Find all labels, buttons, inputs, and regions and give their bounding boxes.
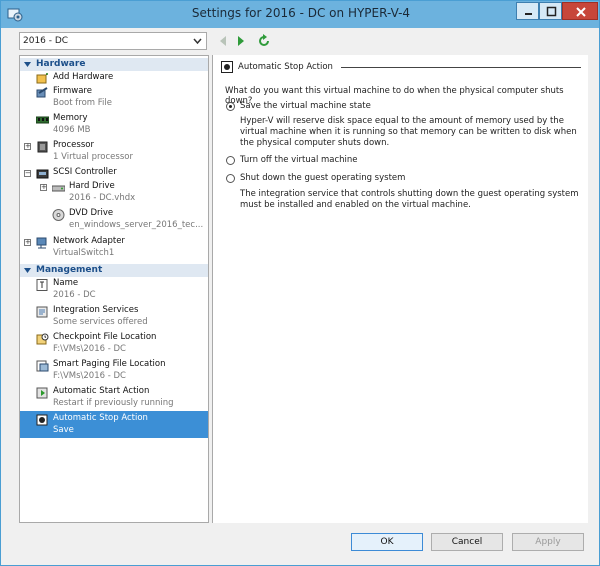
tree-item-smart-paging-file-location[interactable]: Smart Paging File Location F:\VMs\2016 -… <box>36 359 206 385</box>
name-icon <box>36 279 48 291</box>
title-bar[interactable]: Settings for 2016 - DC on HYPER-V-4 <box>1 1 599 28</box>
tree-item-label: Checkpoint File Location <box>53 332 157 342</box>
network-adapter-icon <box>36 237 47 249</box>
pane-header: Automatic Stop Action <box>221 61 581 75</box>
ok-button[interactable]: OK <box>351 533 423 551</box>
tree-item-label: Smart Paging File Location <box>53 359 166 369</box>
turn-off-radio[interactable] <box>226 156 235 165</box>
smart-paging-icon <box>36 360 49 372</box>
refresh-icon[interactable] <box>256 33 272 49</box>
tree-item-sublabel: 1 Virtual processor <box>53 152 133 162</box>
tree-item-label: Firmware <box>53 86 92 96</box>
tree-item-sublabel: F:\VMs\2016 - DC <box>53 371 126 381</box>
scsi-controller-icon <box>36 169 49 179</box>
tree-item-label: SCSI Controller <box>53 167 117 177</box>
hardware-header-label: Hardware <box>36 59 86 69</box>
tree-item-label: Integration Services <box>53 305 139 315</box>
expand-hard-drive-toggle[interactable]: + <box>40 184 47 191</box>
tree-item-label: Automatic Start Action <box>53 386 150 396</box>
expand-processor-toggle[interactable]: + <box>24 143 31 150</box>
apply-button[interactable]: Apply <box>512 533 584 551</box>
tree-item-sublabel: 2016 - DC <box>53 290 96 300</box>
tree-item-name[interactable]: Name 2016 - DC <box>36 278 206 304</box>
tree-item-automatic-stop-action[interactable]: Automatic Stop Action Save <box>20 411 208 438</box>
tree-item-label: DVD Drive <box>69 208 114 218</box>
settings-window: Settings for 2016 - DC on HYPER-V-4 2016… <box>0 0 600 566</box>
tree-item-label: Add Hardware <box>53 72 114 82</box>
turn-off-label[interactable]: Turn off the virtual machine <box>240 155 358 165</box>
tree-item-label: Hard Drive <box>69 181 115 191</box>
tree-item-sublabel: en_windows_server_2016_tec... <box>69 220 204 230</box>
hyper-v-settings-icon <box>7 8 23 22</box>
tree-item-label: Network Adapter <box>53 236 125 246</box>
chevron-down-icon <box>193 38 202 45</box>
tree-item-sublabel: 2016 - DC.vhdx <box>69 193 136 203</box>
settings-detail-pane: Automatic Stop Action What do you want t… <box>212 55 588 523</box>
maximize-button[interactable] <box>539 2 562 20</box>
management-header-label: Management <box>36 265 103 275</box>
vm-selector-value: 2016 - DC <box>23 36 69 46</box>
tree-item-sublabel: 4096 MB <box>53 125 91 135</box>
stop-action-icon <box>221 61 233 73</box>
settings-tree: Hardware Add Hardware Firmware Boot from… <box>19 55 209 523</box>
header-divider <box>341 67 581 68</box>
tree-item-automatic-start-action[interactable]: Automatic Start Action Restart if previo… <box>36 386 206 412</box>
checkpoint-icon <box>36 333 49 345</box>
hard-drive-icon <box>52 185 65 192</box>
save-state-description: Hyper-V will reserve disk space equal to… <box>240 116 577 148</box>
save-state-radio[interactable] <box>226 102 235 111</box>
tree-item-checkpoint-file-location[interactable]: Checkpoint File Location F:\VMs\2016 - D… <box>36 332 206 358</box>
add-hardware-icon <box>36 73 48 84</box>
stop-action-icon <box>36 414 48 426</box>
collapse-triangle-icon <box>24 62 31 67</box>
memory-icon <box>36 116 49 124</box>
window-title: Settings for 2016 - DC on HYPER-V-4 <box>191 6 411 20</box>
tree-item-label: Processor <box>53 140 94 150</box>
tree-item-memory[interactable]: Memory 4096 MB <box>36 113 206 139</box>
hardware-section-header[interactable]: Hardware <box>20 58 208 71</box>
back-arrow-icon[interactable] <box>215 33 231 49</box>
shut-down-label[interactable]: Shut down the guest operating system <box>240 173 405 183</box>
tree-item-network-adapter[interactable]: Network Adapter VirtualSwitch1 <box>36 236 206 262</box>
tree-item-label: Automatic Stop Action <box>53 413 148 423</box>
forward-arrow-icon[interactable] <box>233 33 249 49</box>
expand-network-adapter-toggle[interactable]: + <box>24 239 31 246</box>
tree-item-hard-drive[interactable]: Hard Drive 2016 - DC.vhdx <box>52 181 206 207</box>
tree-item-processor[interactable]: Processor 1 Virtual processor <box>36 140 206 166</box>
tree-item-sublabel: Save <box>53 425 74 435</box>
tree-item-label: Name <box>53 278 79 288</box>
collapse-scsi-toggle[interactable]: − <box>24 170 31 177</box>
maximize-icon <box>546 6 557 17</box>
minimize-icon <box>525 13 532 15</box>
firmware-icon <box>36 87 48 98</box>
save-state-label[interactable]: Save the virtual machine state <box>240 101 371 111</box>
tree-item-integration-services[interactable]: Integration Services Some services offer… <box>36 305 206 331</box>
tree-item-dvd-drive[interactable]: DVD Drive en_windows_server_2016_tec... <box>52 208 206 234</box>
management-section-header[interactable]: Management <box>20 264 208 277</box>
vm-selector-dropdown[interactable]: 2016 - DC <box>19 32 207 50</box>
processor-icon <box>37 141 48 153</box>
close-button[interactable] <box>562 2 598 20</box>
dvd-drive-icon <box>52 209 65 221</box>
pane-title: Automatic Stop Action <box>238 62 333 72</box>
tree-item-sublabel: Restart if previously running <box>53 398 174 408</box>
close-icon <box>576 7 586 17</box>
tree-item-sublabel: F:\VMs\2016 - DC <box>53 344 126 354</box>
start-action-icon <box>36 387 48 399</box>
collapse-triangle-icon <box>24 268 31 273</box>
tree-item-label: Memory <box>53 113 88 123</box>
tree-item-sublabel: Some services offered <box>53 317 148 327</box>
integration-services-icon <box>36 306 48 318</box>
tree-item-sublabel: Boot from File <box>53 98 112 108</box>
tree-item-sublabel: VirtualSwitch1 <box>53 248 115 258</box>
shut-down-description: The integration service that controls sh… <box>240 189 579 210</box>
tree-item-firmware[interactable]: Firmware Boot from File <box>36 86 206 112</box>
minimize-button[interactable] <box>516 2 539 20</box>
cancel-button[interactable]: Cancel <box>431 533 503 551</box>
shut-down-radio[interactable] <box>226 174 235 183</box>
